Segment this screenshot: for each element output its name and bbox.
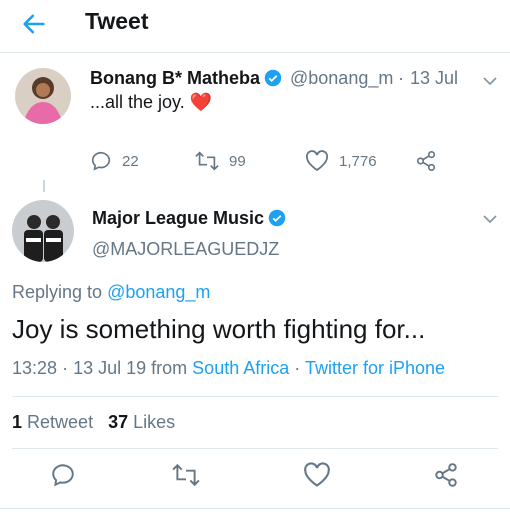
- share-icon[interactable]: [433, 462, 459, 488]
- tweet-text: ...all the joy. ❤️: [90, 92, 213, 112]
- avatar[interactable]: [15, 68, 71, 124]
- chevron-down-icon[interactable]: [483, 214, 497, 224]
- thread-line: [43, 180, 45, 192]
- tweet-date: 13 Jul 19: [73, 358, 147, 378]
- share-button[interactable]: [415, 150, 437, 172]
- verified-badge-icon: [264, 69, 282, 87]
- retweets-stat[interactable]: 1 Retweet: [12, 412, 93, 432]
- heart-emoji: ❤️: [189, 92, 213, 112]
- like-button[interactable]: 1,776: [305, 150, 377, 172]
- reply-icon[interactable]: [50, 462, 76, 488]
- retweet-icon: [195, 151, 219, 171]
- top-bar: Tweet: [0, 0, 510, 53]
- reply-button[interactable]: 22: [90, 150, 139, 172]
- engagement-stats: 1 Retweet 37 Likes: [12, 412, 175, 433]
- tweet-actions: 22 99 1,776: [90, 150, 450, 174]
- author-handle[interactable]: @MAJORLEAGUEDJZ: [92, 239, 279, 260]
- tweet-text: Joy is something worth fighting for...: [12, 314, 426, 344]
- tweet-time: 13:28: [12, 358, 58, 378]
- like-icon[interactable]: [303, 462, 331, 488]
- reply-icon: [91, 151, 110, 171]
- author-handle[interactable]: @bonang_m: [290, 68, 393, 89]
- avatar[interactable]: [12, 200, 74, 262]
- client-link[interactable]: Twitter for iPhone: [305, 358, 445, 378]
- retweet-button[interactable]: 99: [195, 150, 246, 172]
- separator-dot: ·: [398, 68, 404, 88]
- like-icon: [305, 150, 329, 172]
- separator-dot: ·: [294, 358, 301, 378]
- separator-dot: ·: [62, 358, 69, 378]
- back-arrow-icon[interactable]: [20, 10, 48, 38]
- likes-stat[interactable]: 37 Likes: [108, 412, 175, 432]
- tweet-meta: 13:28 · 13 Jul 19 from South Africa · Tw…: [12, 358, 445, 378]
- location-link[interactable]: South Africa: [192, 358, 289, 378]
- share-icon: [416, 151, 436, 171]
- tweet-actions: [0, 462, 510, 492]
- divider: [12, 396, 498, 397]
- chevron-down-icon[interactable]: [483, 76, 497, 86]
- author-name[interactable]: Bonang B* Matheba: [90, 68, 282, 89]
- divider: [0, 508, 510, 509]
- author-name[interactable]: Major League Music: [92, 208, 286, 229]
- tweet-date[interactable]: 13 Jul: [410, 68, 458, 89]
- page-title: Tweet: [85, 8, 149, 34]
- divider: [12, 448, 498, 449]
- replying-to: Replying to @bonang_m: [12, 282, 211, 302]
- retweet-icon[interactable]: [172, 462, 200, 488]
- verified-badge-icon: [268, 209, 286, 227]
- replying-to-link[interactable]: @bonang_m: [107, 282, 210, 302]
